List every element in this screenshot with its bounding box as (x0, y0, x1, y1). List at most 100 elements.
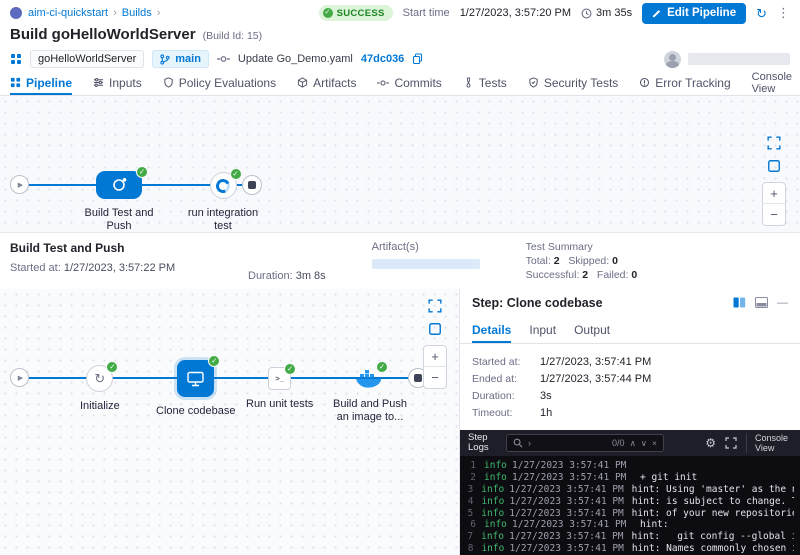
edit-pipeline-button[interactable]: Edit Pipeline (642, 3, 746, 24)
fit-view-icon[interactable] (767, 159, 781, 173)
zoom-out-button[interactable]: − (763, 204, 785, 225)
step-node-clone-codebase[interactable]: ✓ (177, 360, 214, 397)
step-label[interactable]: Run unit tests (246, 398, 313, 411)
tab-policy-evaluations[interactable]: Policy Evaluations (163, 70, 276, 95)
fit-view-icon[interactable] (428, 322, 442, 336)
terminal-icon: >_ (275, 374, 284, 383)
tests-flask-icon (463, 77, 474, 88)
artifacts-label: Artifact(s) (372, 241, 480, 253)
step-panel-title: Step: Clone codebase (472, 296, 603, 310)
copy-icon[interactable] (412, 53, 423, 65)
more-menu-icon[interactable]: ⋮ (777, 5, 790, 21)
tab-tests[interactable]: Tests (463, 70, 507, 95)
branch-chip[interactable]: main (152, 50, 209, 68)
artifacts-cube-icon (297, 77, 308, 88)
search-icon (513, 438, 523, 448)
layout-bottom-icon[interactable] (755, 297, 768, 308)
log-settings-gear-icon[interactable]: ⚙ (705, 436, 716, 450)
search-close-icon[interactable]: × (652, 438, 657, 448)
stage-graph-canvas[interactable]: ▶ ✓ Build Test and Push ✓ run integratio… (0, 96, 800, 233)
fullscreen-icon[interactable] (428, 299, 442, 313)
steps-start-node[interactable]: ▶ (10, 368, 29, 387)
zoom-out-button[interactable]: − (424, 367, 446, 388)
log-lines[interactable]: 1info1/27/2023 3:57:41 PM 2info1/27/2023… (460, 456, 800, 555)
success-check-icon: ✓ (230, 168, 242, 180)
tab-security-tests[interactable]: Security Tests (528, 70, 618, 95)
stop-icon (248, 181, 256, 189)
refresh-icon[interactable]: ↻ (756, 7, 767, 20)
step-label[interactable]: Initialize (80, 400, 120, 413)
step-tab-output[interactable]: Output (574, 316, 610, 343)
success-check-icon: ✓ (376, 361, 388, 373)
log-line: 4info1/27/2023 3:57:41 PMhint: is subjec… (466, 495, 794, 507)
step-node-initialize[interactable]: ↻ ✓ (86, 365, 113, 392)
log-line: 6info1/27/2023 3:57:41 PMhint: (466, 519, 794, 531)
step-node-build-push-image[interactable]: ✓ (354, 366, 386, 390)
tab-commits[interactable]: Commits (377, 70, 441, 95)
started-at: Started at: 1/27/2023, 3:57:22 PM (10, 262, 175, 274)
log-fullscreen-icon[interactable] (725, 437, 737, 449)
stage-duration: Duration: 3m 8s (248, 270, 326, 282)
policy-shield-icon (163, 77, 174, 88)
breadcrumb-builds[interactable]: Builds (122, 7, 152, 19)
top-bar: aim-ci-quickstart › Builds › ✓ SUCCESS S… (0, 0, 800, 26)
step-label[interactable]: Clone codebase (156, 405, 236, 418)
console-title: Step Logs (468, 433, 498, 454)
commit-message[interactable]: Update Go_Demo.yaml (238, 53, 353, 65)
log-line: 8info1/27/2023 3:57:41 PMhint: Names com… (466, 543, 794, 555)
pipeline-start-node[interactable]: ▶ (10, 175, 29, 194)
zoom-controls: + − (762, 182, 786, 226)
branch-icon (160, 54, 170, 65)
stage-label[interactable]: Build Test and Push (78, 207, 160, 233)
elapsed-time: 3m 35s (581, 7, 632, 19)
tab-inputs[interactable]: Inputs (93, 70, 142, 95)
fullscreen-icon[interactable] (767, 136, 781, 150)
log-line: 5info1/27/2023 3:57:41 PMhint: of your n… (466, 507, 794, 519)
commit-hash[interactable]: 47dc036 (361, 53, 404, 65)
artifact-value-redacted[interactable] (372, 259, 480, 269)
tab-pipeline[interactable]: Pipeline (10, 70, 72, 95)
test-summary-label: Test Summary (526, 241, 638, 253)
title-bar: Build goHelloWorldServer (Build Id: 15) (0, 26, 800, 48)
layout-right-icon[interactable] (733, 297, 746, 308)
minimize-icon[interactable]: — (777, 297, 788, 309)
clock-icon (581, 8, 592, 19)
step-tabs: Details Input Output (460, 316, 800, 344)
search-prev-icon[interactable]: ∧ (630, 438, 636, 449)
console-view-button[interactable]: Console View (746, 433, 792, 453)
step-label[interactable]: Build and Push an image to... (326, 398, 414, 424)
zoom-in-button[interactable]: + (424, 346, 446, 367)
grid-icon (10, 53, 22, 65)
chevron-right-icon: › (113, 7, 117, 19)
repo-chip[interactable]: goHelloWorldServer (30, 50, 144, 68)
tab-artifacts[interactable]: Artifacts (297, 70, 356, 95)
pencil-icon (652, 8, 662, 18)
zoom-controls: + − (423, 345, 447, 389)
log-console: Step Logs › 0/0 ∧ ∨ × ⚙ Console View 1i (460, 430, 800, 555)
repo-name: goHelloWorldServer (38, 53, 136, 65)
success-check-icon: ✓ (284, 363, 296, 375)
pipeline-end-node[interactable] (242, 175, 262, 195)
stage-label[interactable]: run integration test (183, 207, 263, 233)
stage-node-build-test-push[interactable]: ✓ (96, 171, 142, 199)
log-search-input[interactable]: › 0/0 ∧ ∨ × (506, 434, 664, 452)
pipeline-icon (10, 77, 21, 88)
stage-node-run-integration-test[interactable]: ✓ (210, 172, 237, 199)
user-avatar[interactable] (664, 51, 681, 68)
elapsed-value: 3m 35s (596, 7, 632, 19)
step-graph-canvas[interactable]: ▶ ↻ ✓ Initialize ✓ Clone codebase >_ ✓ R… (0, 289, 460, 555)
tab-error-tracking[interactable]: Error Tracking (639, 70, 730, 95)
user-name-redacted (688, 53, 790, 65)
zoom-in-button[interactable]: + (763, 183, 785, 204)
commits-icon (377, 78, 389, 88)
step-tab-input[interactable]: Input (529, 316, 556, 343)
step-details: Started at:1/27/2023, 3:57:41 PM Ended a… (460, 344, 800, 430)
step-node-run-unit-tests[interactable]: >_ ✓ (268, 367, 291, 390)
search-next-icon[interactable]: ∨ (641, 438, 647, 449)
step-tab-details[interactable]: Details (472, 316, 511, 343)
breadcrumb-project[interactable]: aim-ci-quickstart (28, 7, 108, 19)
meta-bar: goHelloWorldServer main Update Go_Demo.y… (0, 48, 800, 70)
error-tracking-icon (639, 77, 650, 88)
initialize-sync-icon: ↻ (94, 372, 105, 385)
status-text: SUCCESS (337, 8, 385, 19)
